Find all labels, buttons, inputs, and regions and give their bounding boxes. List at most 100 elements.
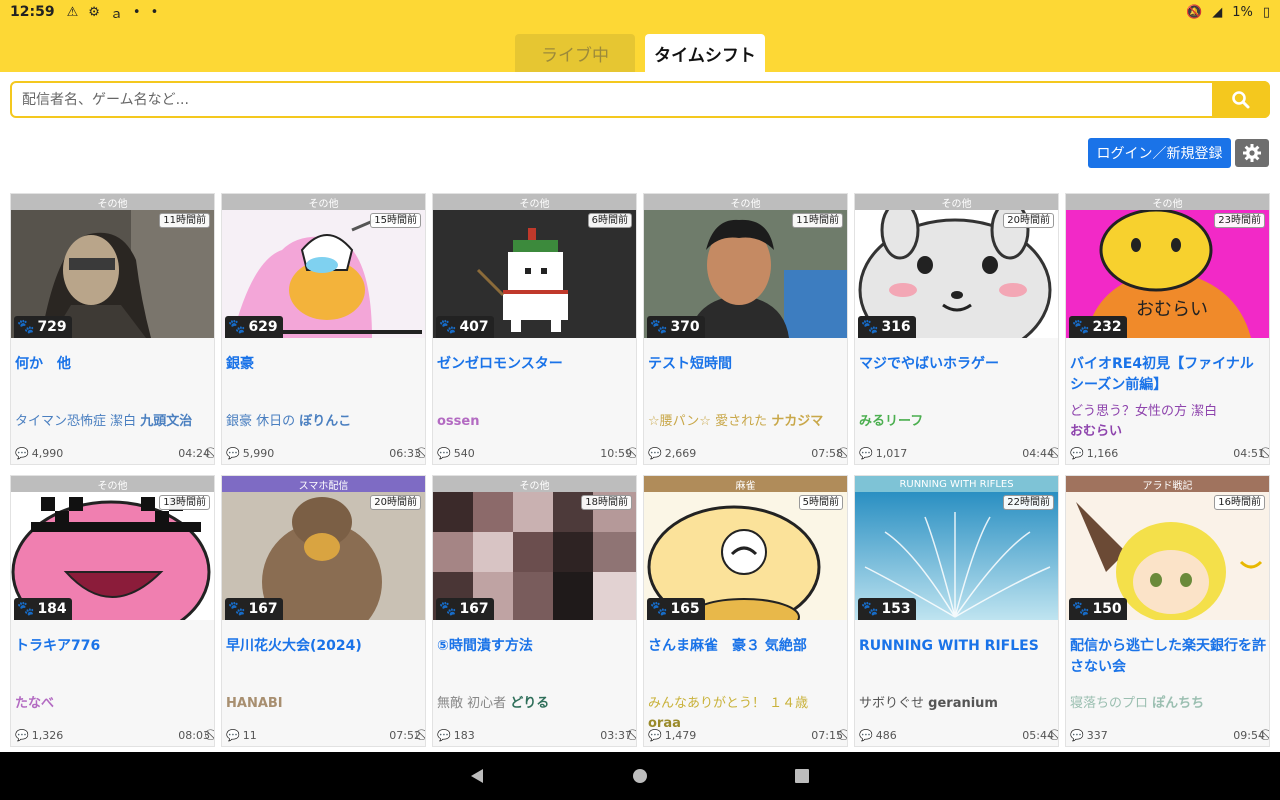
- streamer-name[interactable]: ぼりんこ: [299, 414, 351, 429]
- stream-card[interactable]: その他 18時間前 🐾 167 ⑤時間潰す方法 無敵 初心者 どりる 💬 183…: [432, 475, 637, 747]
- comment-icon: 💬: [437, 728, 451, 742]
- streamer-name[interactable]: geranium: [928, 696, 998, 711]
- viewer-count: 🐾 407: [436, 316, 494, 338]
- thumbnail[interactable]: 16時間前 🐾 150: [1066, 492, 1269, 620]
- wifi-icon: ◢: [1212, 4, 1223, 20]
- stream-meta: 💬4,990 04:24⃠: [15, 446, 213, 460]
- duration: 07:52: [389, 728, 421, 742]
- streamer-name[interactable]: おむらい: [1070, 424, 1122, 439]
- thumbnail[interactable]: 22時間前 🐾 153: [855, 492, 1058, 620]
- comment-count: 1,326: [31, 728, 64, 742]
- viewer-count: 🐾 232: [1069, 316, 1127, 338]
- duration: 07:58: [811, 446, 843, 460]
- stream-card[interactable]: その他 11時間前 🐾 729 何か 他 タイマン恐怖症 潔白 九頭文治 💬 4,…: [10, 193, 215, 465]
- stream-card[interactable]: RUNNING WITH RIFLES 22時間前 🐾 153 RUNNING …: [854, 475, 1059, 747]
- stream-title[interactable]: テスト短時間: [648, 354, 844, 375]
- stream-title[interactable]: マジでやばいホラゲー: [859, 354, 1055, 375]
- paw-icon: 🐾: [861, 601, 879, 617]
- stream-meta: 💬2,669 07:58⃠: [648, 446, 846, 460]
- viewer-count: 🐾 150: [1069, 598, 1127, 620]
- home-icon[interactable]: [632, 768, 648, 784]
- duration: 07:15: [811, 728, 843, 742]
- viewer-number: 150: [1092, 601, 1122, 617]
- thumbnail[interactable]: 11時間前 🐾 370: [644, 210, 847, 338]
- stream-card[interactable]: その他 11時間前 🐾 370 テスト短時間 ☆腰パン☆ 愛された ナカジマ 💬…: [643, 193, 848, 465]
- category-label: スマホ配信: [222, 476, 425, 492]
- do-not-disturb-icon: 🔕: [1186, 4, 1203, 20]
- thumbnail[interactable]: 20時間前 🐾 316: [855, 210, 1058, 338]
- comment-count: 5,990: [242, 446, 275, 460]
- tab-timeshift[interactable]: タイムシフト: [645, 34, 765, 72]
- time-ago: 18時間前: [581, 495, 632, 510]
- thumbnail[interactable]: 13時間前 🐾 184: [11, 492, 214, 620]
- streamer-name[interactable]: ぽんちち: [1152, 696, 1204, 711]
- category-label: その他: [1066, 194, 1269, 210]
- thumbnail[interactable]: 18時間前 🐾 167: [433, 492, 636, 620]
- thumbnail[interactable]: 6時間前 🐾 407: [433, 210, 636, 338]
- stream-card[interactable]: その他 20時間前 🐾 316 マジでやばいホラゲー みるリーフ 💬 1,017…: [854, 193, 1059, 465]
- streamer-line: サボりぐせ geranium: [859, 694, 1055, 714]
- stream-title[interactable]: 何か 他: [15, 354, 211, 375]
- viewer-count: 🐾 167: [225, 598, 283, 620]
- stream-card[interactable]: その他 15時間前 🐾 629 銀豪 銀豪 休日の ぼりんこ 💬 5,990 0…: [221, 193, 426, 465]
- notification-icon: •: [132, 4, 141, 20]
- stream-card[interactable]: 麻雀 5時間前 🐾 165 さんま麻雀 豪３ 気絶部 みんなありがとう！ １４歳…: [643, 475, 848, 747]
- battery-level: 1%: [1232, 4, 1253, 20]
- settings-status-icon: ⚙: [88, 4, 100, 20]
- viewer-count: 🐾 184: [14, 598, 72, 620]
- tab-live[interactable]: ライブ中: [515, 34, 635, 72]
- recents-icon[interactable]: [794, 768, 810, 784]
- paw-icon: 🐾: [861, 319, 879, 335]
- stream-title[interactable]: RUNNING WITH RIFLES: [859, 636, 1055, 657]
- stream-title[interactable]: バイオRE4初見【ファイナルシーズン前編】: [1070, 354, 1266, 396]
- category-label: 麻雀: [644, 476, 847, 492]
- streamer-name[interactable]: たなべ: [15, 696, 54, 711]
- login-button[interactable]: ログイン／新規登録: [1088, 138, 1231, 168]
- stream-title[interactable]: ゼンゼロモンスター: [437, 354, 633, 375]
- stream-title[interactable]: さんま麻雀 豪３ 気絶部: [648, 636, 844, 657]
- streamer-line: みるリーフ: [859, 412, 1055, 432]
- thumbnail[interactable]: おむらい 23時間前 🐾 232: [1066, 210, 1269, 338]
- stream-meta: 💬337 09:54⃠: [1070, 728, 1268, 742]
- stream-meta: 💬540 10:59⃠: [437, 446, 635, 460]
- duration: 10:59: [600, 446, 632, 460]
- stream-title[interactable]: トラキア776: [15, 636, 211, 657]
- streamer-name[interactable]: みるリーフ: [859, 414, 923, 429]
- thumbnail[interactable]: 15時間前 🐾 629: [222, 210, 425, 338]
- stream-title[interactable]: ⑤時間潰す方法: [437, 636, 633, 657]
- comment-icon: 💬: [15, 446, 29, 460]
- comment-icon: 💬: [859, 446, 873, 460]
- stream-title[interactable]: 配信から逃亡した楽天銀行を許さない会: [1070, 636, 1266, 678]
- thumbnail[interactable]: 5時間前 🐾 165: [644, 492, 847, 620]
- settings-button[interactable]: [1235, 139, 1269, 167]
- stream-title[interactable]: 銀豪: [226, 354, 422, 375]
- thumbnail[interactable]: 11時間前 🐾 729: [11, 210, 214, 338]
- stream-card[interactable]: スマホ配信 20時間前 🐾 167 早川花火大会(2024) HANABI 💬 1…: [221, 475, 426, 747]
- viewer-count: 🐾 165: [647, 598, 705, 620]
- stream-card[interactable]: その他 6時間前 🐾 407 ゼンゼロモンスター ossen 💬 540 10:…: [432, 193, 637, 465]
- stream-card[interactable]: アラド戦記 16時間前 🐾 150 配信から逃亡した楽天銀行を許さない会 寝落ち…: [1065, 475, 1270, 747]
- comment-icon: 💬: [1070, 446, 1084, 460]
- system-navigation-bar: [0, 752, 1280, 800]
- streamer-line: 無敵 初心者 どりる: [437, 694, 633, 714]
- duration: 04:24: [178, 446, 210, 460]
- category-label: その他: [222, 194, 425, 210]
- search-button[interactable]: [1212, 81, 1270, 118]
- thumbnail[interactable]: 20時間前 🐾 167: [222, 492, 425, 620]
- streamer-name[interactable]: ossen: [437, 414, 479, 429]
- streamer-name[interactable]: 九頭文治: [140, 414, 192, 429]
- stream-title[interactable]: 早川花火大会(2024): [226, 636, 422, 657]
- dot-icon: •: [150, 4, 159, 20]
- stream-card[interactable]: その他 おむらい 23時間前 🐾 232 バイオRE4初見【ファイナルシーズン前…: [1065, 193, 1270, 465]
- streamer-name[interactable]: HANABI: [226, 696, 283, 711]
- viewer-number: 629: [248, 319, 278, 335]
- search-input[interactable]: [22, 89, 1202, 111]
- streamer-line: タイマン恐怖症 潔白 九頭文治: [15, 412, 211, 432]
- streamer-name[interactable]: ナカジマ: [771, 414, 823, 429]
- status-time: 12:59: [10, 4, 55, 20]
- stream-meta: 💬1,479 07:15⃠: [648, 728, 846, 742]
- comment-icon: 💬: [1070, 728, 1084, 742]
- stream-card[interactable]: その他 13時間前 🐾 184 トラキア776 たなべ 💬 1,326 08:0…: [10, 475, 215, 747]
- back-icon[interactable]: [469, 768, 485, 784]
- streamer-name[interactable]: どりる: [510, 696, 549, 711]
